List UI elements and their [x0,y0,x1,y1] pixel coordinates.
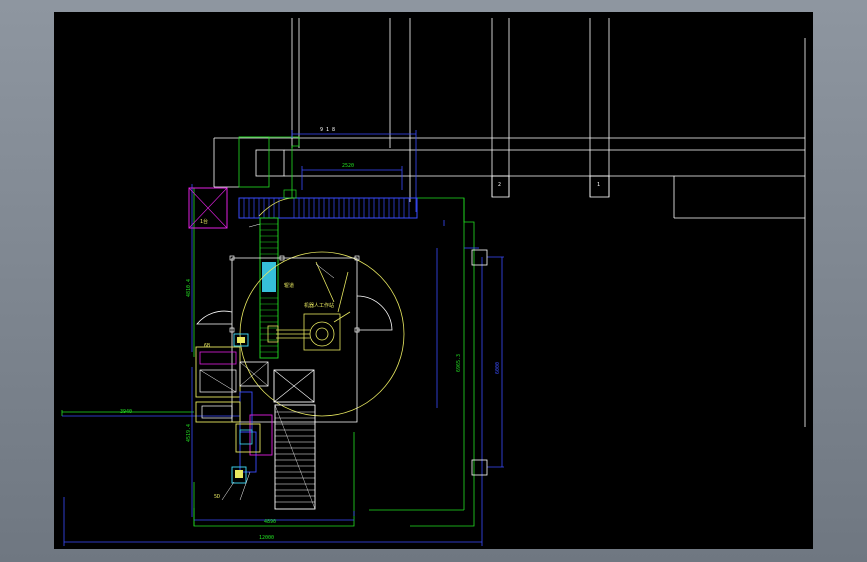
pallet-lane-upper [273,369,315,403]
building-grid [213,18,806,427]
dim-top-overall: 9 1 8 [320,127,335,133]
dim-right-overall: 6965.3 [456,354,462,372]
conveyor-label: 辊道 [284,282,294,289]
left-machine-lower [195,401,273,484]
center-column-machine [239,361,269,473]
dim-inner-span: 2520 [342,163,354,169]
tag-6b: 6B [204,343,210,349]
grid-label-2: 2 [498,182,501,188]
dim-left-run: 3940 [120,409,132,415]
pallet-lane-lower [274,404,316,510]
dim-bottom-inner: 4890 [264,519,276,525]
cad-viewport[interactable]: 2 1 9 1 8 2520 3940 4890 12000 6965.3 60… [54,12,813,549]
dim-bottom-overall: 12000 [259,535,274,541]
corner-box-label: 1台 [200,218,208,225]
dim-right-posts: 6000 [495,362,501,374]
grid-label-1: 1 [597,182,600,188]
tag-5d: 5D [214,494,220,500]
cad-drawing: 2 1 9 1 8 2520 3940 4890 12000 6965.3 60… [61,18,806,546]
dim-left-lower: 4519.4 [186,424,192,442]
top-roller-conveyor [238,189,418,219]
dim-left-upper: 4810.4 [186,279,192,297]
vertical-conveyor [259,217,279,359]
robot-cell [196,251,405,423]
robot-station-label: 机器人工作站 [304,302,334,309]
